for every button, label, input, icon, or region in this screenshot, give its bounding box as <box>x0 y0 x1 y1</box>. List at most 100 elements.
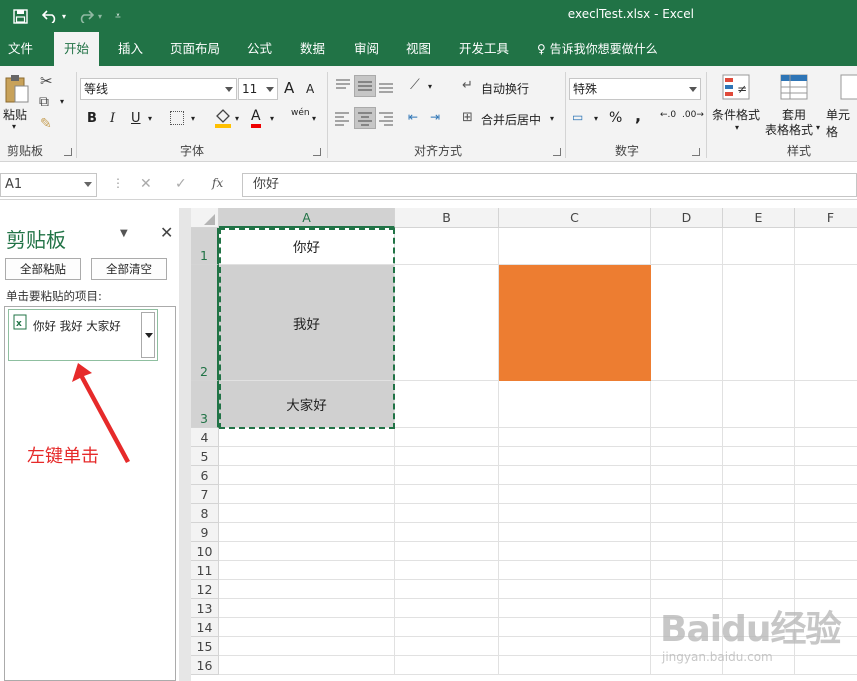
cell-e10[interactable] <box>723 542 795 561</box>
cell-a10[interactable] <box>219 542 395 561</box>
cell-b10[interactable] <box>395 542 499 561</box>
cell-c12[interactable] <box>499 580 651 599</box>
cell-c16[interactable] <box>499 656 651 675</box>
cell-d7[interactable] <box>651 485 723 504</box>
cell-a5[interactable] <box>219 447 395 466</box>
cell-a14[interactable] <box>219 618 395 637</box>
customize-toolbar-icon[interactable]: ⩡ <box>112 6 124 26</box>
cell-c9[interactable] <box>499 523 651 542</box>
cell-a15[interactable] <box>219 637 395 656</box>
tab-developer[interactable]: 开发工具 <box>459 32 509 66</box>
conditional-format-icon[interactable]: ≠ <box>722 74 750 100</box>
cell-f7[interactable] <box>795 485 857 504</box>
cell-d6[interactable] <box>651 466 723 485</box>
cell-c13[interactable] <box>499 599 651 618</box>
cell-e6[interactable] <box>723 466 795 485</box>
row-header-7[interactable]: 7 <box>191 485 219 504</box>
cell-d10[interactable] <box>651 542 723 561</box>
tab-page-layout[interactable]: 页面布局 <box>170 32 220 66</box>
cell-c2[interactable] <box>499 265 651 381</box>
paste-dropdown-icon[interactable]: ▾ <box>12 122 16 131</box>
cell-b6[interactable] <box>395 466 499 485</box>
cell-e5[interactable] <box>723 447 795 466</box>
cell-c10[interactable] <box>499 542 651 561</box>
wrap-text-button[interactable]: 自动换行 <box>481 80 529 97</box>
format-painter-icon[interactable]: ✎ <box>40 116 52 132</box>
merge-center-button[interactable]: 合并后居中 <box>481 111 541 128</box>
conditional-format-button[interactable]: 条件格式 <box>712 106 760 123</box>
undo-dropdown-icon[interactable]: ▾ <box>60 6 68 26</box>
cell-a7[interactable] <box>219 485 395 504</box>
row-header-9[interactable]: 9 <box>191 523 219 542</box>
align-left-icon[interactable] <box>334 110 350 126</box>
cell-b13[interactable] <box>395 599 499 618</box>
tab-formulas[interactable]: 公式 <box>247 32 272 66</box>
cell-b16[interactable] <box>395 656 499 675</box>
italic-button[interactable]: I <box>110 111 115 126</box>
column-header-a[interactable]: A <box>219 208 395 228</box>
row-header-2[interactable]: 2 <box>191 265 219 381</box>
pane-close-icon[interactable]: ✕ <box>160 223 173 242</box>
insert-function-icon[interactable]: fx <box>212 176 223 190</box>
cell-f8[interactable] <box>795 504 857 523</box>
row-header-12[interactable]: 12 <box>191 580 219 599</box>
row-header-6[interactable]: 6 <box>191 466 219 485</box>
row-header-10[interactable]: 10 <box>191 542 219 561</box>
orientation-icon[interactable]: ⟋ <box>410 77 420 93</box>
cell-b15[interactable] <box>395 637 499 656</box>
decrease-decimal-icon[interactable]: .00→ <box>682 110 704 120</box>
cell-f10[interactable] <box>795 542 857 561</box>
row-header-4[interactable]: 4 <box>191 428 219 447</box>
merge-center-icon[interactable]: ⊞ <box>462 110 473 125</box>
paste-button[interactable]: 粘贴 <box>3 106 27 123</box>
row-header-8[interactable]: 8 <box>191 504 219 523</box>
cell-b3[interactable] <box>395 381 499 428</box>
format-as-table-button-2[interactable]: 表格格式 <box>765 121 813 138</box>
select-all-corner[interactable] <box>191 208 219 228</box>
cell-c4[interactable] <box>499 428 651 447</box>
row-header-14[interactable]: 14 <box>191 618 219 637</box>
font-color-button[interactable]: A <box>251 108 261 128</box>
underline-dropdown-icon[interactable]: ▾ <box>148 114 152 123</box>
font-launcher-icon[interactable] <box>313 148 321 156</box>
cancel-icon[interactable]: ✕ <box>140 176 152 192</box>
cell-b12[interactable] <box>395 580 499 599</box>
undo-icon[interactable] <box>40 6 60 26</box>
number-format-select[interactable]: 特殊 <box>569 78 701 100</box>
alignment-launcher-icon[interactable] <box>553 148 561 156</box>
font-color-dropdown-icon[interactable]: ▾ <box>270 114 274 123</box>
cell-b8[interactable] <box>395 504 499 523</box>
cell-d1[interactable] <box>651 228 723 265</box>
cell-b4[interactable] <box>395 428 499 447</box>
underline-button[interactable]: U <box>131 111 141 126</box>
align-middle-icon[interactable] <box>354 75 376 97</box>
clipboard-item-dropdown[interactable] <box>141 312 155 358</box>
cell-styles-icon[interactable] <box>840 74 857 100</box>
row-header-1[interactable]: 1 <box>191 228 219 265</box>
cell-a8[interactable] <box>219 504 395 523</box>
font-size-select[interactable]: 11 <box>238 78 278 100</box>
copy-icon[interactable]: ⧉ <box>39 94 49 110</box>
increase-font-size-button[interactable]: A <box>284 79 294 97</box>
border-dropdown-icon[interactable]: ▾ <box>191 114 195 123</box>
tab-home[interactable]: 开始 <box>54 32 100 66</box>
format-as-table-icon[interactable] <box>780 74 808 100</box>
cell-b9[interactable] <box>395 523 499 542</box>
cell-e2[interactable] <box>723 265 795 381</box>
name-box[interactable]: A1 <box>0 173 97 197</box>
cell-d5[interactable] <box>651 447 723 466</box>
cell-c11[interactable] <box>499 561 651 580</box>
cell-b14[interactable] <box>395 618 499 637</box>
decrease-font-size-button[interactable]: A <box>306 82 314 96</box>
fill-color-icon[interactable] <box>214 108 232 128</box>
cell-e1[interactable] <box>723 228 795 265</box>
wrap-text-icon[interactable]: ↵ <box>462 78 473 93</box>
name-box-dropdown-icon[interactable] <box>84 182 92 187</box>
row-header-16[interactable]: 16 <box>191 656 219 675</box>
cell-e11[interactable] <box>723 561 795 580</box>
save-icon[interactable] <box>10 6 30 26</box>
percent-button[interactable]: % <box>609 110 622 126</box>
row-header-5[interactable]: 5 <box>191 447 219 466</box>
cell-f9[interactable] <box>795 523 857 542</box>
tab-file[interactable]: 文件 <box>8 32 33 66</box>
